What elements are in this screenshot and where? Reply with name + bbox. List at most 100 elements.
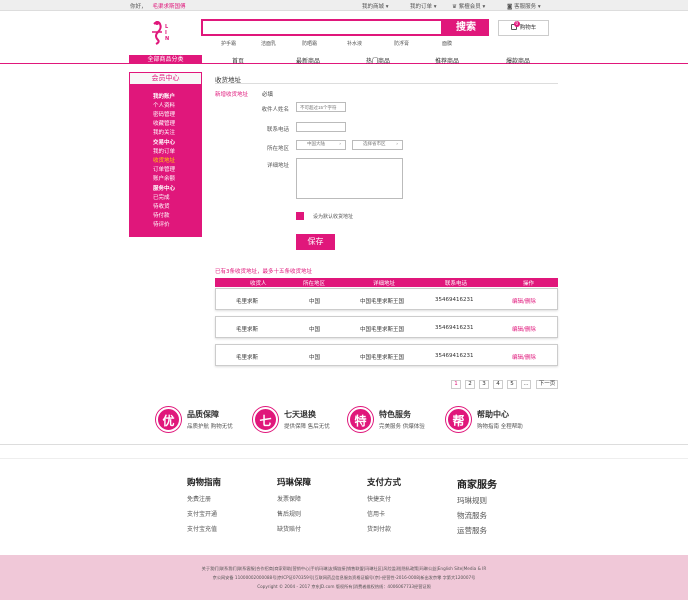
username-link[interactable]: 毛渠求斯国傅 [153, 4, 186, 10]
all-categories-button[interactable]: 全部商品分类 [129, 55, 202, 64]
footer-col-guarantee: 玛琳保障 发票保障 售后规则 缺货赔付 [277, 476, 311, 533]
top-bar: 你好， 毛渠求斯国傅 我的商城 ▾ 我的订单 ▾ ♛ 紫檀会员 ▾ ◙ 客服服务 … [0, 0, 688, 11]
default-checkbox[interactable] [296, 212, 304, 220]
detail-textarea[interactable] [296, 158, 403, 199]
footer-link[interactable]: 发票保障 [277, 494, 311, 503]
hot-keyword[interactable]: 防晒霜 [302, 40, 317, 47]
cell: 中国毛里求斯王国 [360, 355, 405, 361]
member-sidebar: 会员中心 我的账户 个人资料 密码管理 收藏管理 我的关注 交易中心 我的订单 … [129, 72, 202, 237]
hot-keyword[interactable]: 补水液 [347, 40, 362, 47]
nav-item-home[interactable]: 首页 [232, 56, 244, 65]
nav-item-recommend[interactable]: 推荐商品 [435, 56, 459, 65]
sidebar-item-follow[interactable]: 我的关注 [153, 128, 175, 136]
footer-link[interactable]: 售后规则 [277, 509, 311, 518]
name-input[interactable] [296, 102, 346, 112]
province-select[interactable]: 中国大陆 [296, 140, 346, 150]
nav-item-new[interactable]: 最新商品 [296, 56, 320, 65]
camera-icon: ◙ [507, 4, 513, 10]
cart-button[interactable]: 0 购物车 [498, 20, 549, 36]
sidebar-item-balance[interactable]: 账户余额 [153, 174, 175, 182]
edit-delete-link[interactable]: 编辑/删除 [512, 297, 536, 305]
page-button[interactable]: 4 [493, 380, 503, 389]
saved-count-note: 已有3条收货地址，最多十五条收货地址 [215, 269, 313, 275]
quality-icon: 优 [156, 407, 181, 432]
footer-link[interactable]: 运营服务 [457, 525, 497, 536]
bottom-links[interactable]: 关于我们|联系我们|联系客服|合作招商|商家帮助|营销中心|手机玛琳|友情链接|… [0, 566, 688, 572]
hot-keyword[interactable]: 洁面乳 [261, 40, 276, 47]
logo-icon[interactable]: L I N [148, 18, 176, 46]
hot-keyword[interactable]: 防浮膏 [394, 40, 409, 47]
sidebar-item-my-orders[interactable]: 我的订单 [153, 147, 175, 155]
my-mall-link[interactable]: 我的商城 ▾ [362, 2, 389, 10]
sidebar-item-favorites[interactable]: 收藏管理 [153, 119, 175, 127]
footer-link[interactable]: 快捷支付 [367, 494, 401, 503]
bottom-bar: 关于我们|联系我们|联系客服|合作招商|商家帮助|营销中心|手机玛琳|友情链接|… [0, 555, 688, 600]
save-button[interactable]: 保存 [296, 234, 335, 250]
region-label: 所在地区 [266, 146, 289, 152]
table-row: 毛里求斯 中国 中国毛里求斯王国 35469416231 编辑/删除 [215, 344, 558, 366]
cart-icon: 0 [510, 21, 520, 30]
footer-link[interactable]: 支付宝开通 [187, 509, 221, 518]
footer-heading: 商家服务 [457, 480, 497, 491]
footer-link[interactable]: 玛琳规则 [457, 495, 497, 506]
guarantee-title: 帮助中心 [477, 410, 509, 419]
cell: 中国毛里求斯王国 [360, 299, 405, 305]
cell: 毛里求斯 [236, 299, 259, 305]
nav-item-hot[interactable]: 热门商品 [366, 56, 390, 65]
footer-link[interactable]: 免费注册 [187, 494, 221, 503]
default-label: 设为默认收货地址 [313, 214, 354, 220]
footer-link[interactable]: 缺货赔付 [277, 524, 311, 533]
guarantee-title: 七天退换 [284, 410, 316, 419]
col-header: 联系电话 [445, 281, 468, 287]
page-button[interactable]: 5 [507, 380, 517, 389]
sidebar-item-to-receive[interactable]: 待收货 [153, 202, 170, 210]
sidebar-heading: 交易中心 [153, 140, 176, 146]
page-ellipsis: ... [521, 380, 531, 389]
service-link[interactable]: ◙ 客服服务 ▾ [507, 2, 541, 10]
footer-col-payment: 支付方式 快捷支付 信用卡 货到付款 [367, 476, 401, 533]
my-orders-link[interactable]: 我的订单 ▾ [410, 2, 437, 10]
license-info: 京公网安备 11000002000088号|京ICP证070359号|互联网药品… [212, 575, 476, 580]
hot-keyword[interactable]: 面膜 [442, 40, 452, 47]
nav-item-bestseller[interactable]: 爆款商品 [506, 56, 530, 65]
sidebar-item-password[interactable]: 密码管理 [153, 110, 175, 118]
footer-col-guide: 购物指南 免费注册 支付宝开通 支付宝充值 [187, 476, 221, 533]
sidebar-item-to-review[interactable]: 待评价 [153, 220, 170, 228]
guarantee-sub: 完美服务 供爆体验 [379, 424, 425, 430]
page-button[interactable]: 2 [465, 380, 475, 389]
cell: 中国 [309, 355, 321, 361]
footer-heading: 购物指南 [187, 478, 222, 488]
table-row: 毛里求斯 中国 中国毛里求斯王国 35469416231 编辑/删除 [215, 316, 558, 338]
help-icon: 帮 [446, 407, 471, 432]
hot-keywords: 护手霜 洁面乳 防晒霜 补水液 防浮膏 面膜 [201, 40, 461, 48]
member-link[interactable]: ♛ 紫檀会员 ▾ [452, 2, 485, 10]
guarantee-sub: 购物指南 全程帮助 [477, 424, 523, 430]
search-button[interactable]: 搜索 [443, 19, 489, 36]
sidebar-item-order-mgmt[interactable]: 订单管理 [153, 165, 175, 173]
page-button[interactable]: 1 [451, 380, 461, 389]
cell: 35469416231 [435, 325, 474, 331]
next-page-button[interactable]: 下一页 [536, 380, 558, 389]
footer-col-merchant: 商家服务 玛琳规则 物流服务 运营服务 [457, 476, 497, 536]
cell: 中国毛里求斯王国 [360, 327, 405, 333]
sidebar-item-completed[interactable]: 已完成 [153, 193, 170, 201]
cell: 中国 [309, 299, 321, 305]
hot-keyword[interactable]: 护手霜 [221, 40, 236, 47]
sidebar-item-profile[interactable]: 个人资料 [153, 101, 175, 109]
phone-input[interactable] [296, 122, 346, 132]
edit-delete-link[interactable]: 编辑/删除 [512, 325, 536, 333]
edit-delete-link[interactable]: 编辑/删除 [512, 353, 536, 361]
required-note: 必填 [262, 92, 274, 98]
footer-link[interactable]: 信用卡 [367, 509, 401, 518]
page-button[interactable]: 3 [479, 380, 489, 389]
footer-link[interactable]: 货到付款 [367, 524, 401, 533]
table-row: 毛里求斯 中国 中国毛里求斯王国 35469416231 编辑/删除 [215, 288, 558, 310]
sidebar-title: 会员中心 [129, 72, 202, 85]
sidebar-item-to-pay[interactable]: 待付款 [153, 211, 170, 219]
cell: 中国 [309, 327, 321, 333]
sidebar-item-address[interactable]: 收货地址 [153, 156, 175, 164]
footer-link[interactable]: 物流服务 [457, 510, 497, 521]
footer-link[interactable]: 支付宝充值 [187, 524, 221, 533]
search-input[interactable] [201, 19, 443, 36]
city-select[interactable]: 选择省市区 [352, 140, 403, 150]
